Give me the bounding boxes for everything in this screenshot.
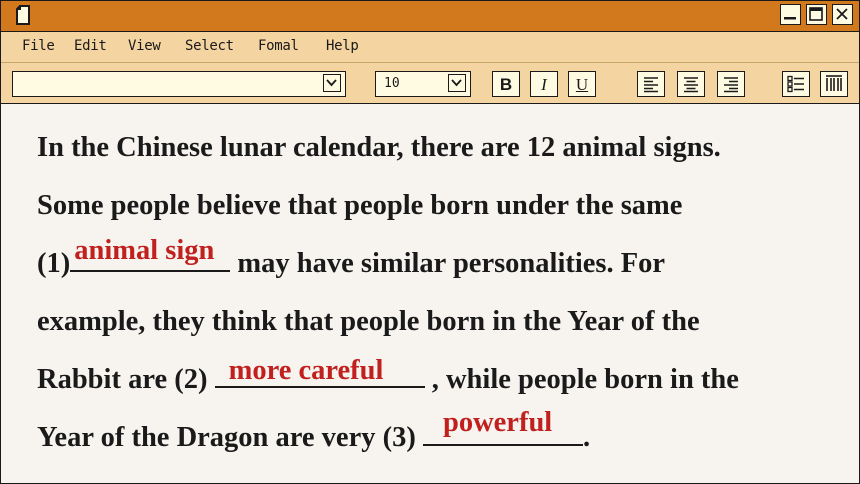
menu-format[interactable]: Fomal [258, 38, 299, 54]
menu-select[interactable]: Select [185, 38, 234, 54]
window-controls [780, 4, 853, 25]
document-icon [16, 5, 30, 25]
bullet-list-icon [787, 75, 804, 93]
text-segment: . [582, 422, 591, 453]
italic-icon: I [541, 74, 547, 94]
document-body[interactable]: In the Chinese lunar calendar, there are… [1, 104, 859, 483]
bullet-list-button[interactable] [782, 71, 810, 97]
align-right-button[interactable] [717, 71, 745, 97]
font-name-select[interactable] [12, 71, 346, 97]
title-bar [1, 1, 859, 32]
answer-blank-3[interactable]: powerful [422, 407, 583, 446]
align-center-button[interactable] [677, 71, 705, 97]
text-segment: may have similar personalities. For [230, 248, 666, 279]
answer-blank-2[interactable]: more careful [214, 355, 425, 388]
text-line: In the Chinese lunar calendar, there are… [37, 132, 721, 163]
align-right-icon [724, 77, 738, 93]
underline-button[interactable]: U [568, 71, 596, 97]
font-size-value: 10 [384, 76, 400, 91]
text-segment: Rabbit are (2) [37, 364, 215, 395]
answer-blank-1[interactable]: animal sign [70, 235, 231, 272]
italic-button[interactable]: I [530, 71, 558, 97]
underline-icon: U [575, 74, 589, 94]
answer-2: more careful [228, 355, 384, 386]
answer-1: animal sign [74, 235, 215, 266]
font-name-dropdown-button[interactable] [323, 74, 341, 92]
menu-edit[interactable]: Edit [74, 38, 107, 54]
maximize-icon [809, 7, 823, 21]
toolbar: 10 B I U [1, 63, 859, 104]
minimize-icon [784, 17, 796, 20]
text-line: Some people believe that people born und… [37, 190, 683, 221]
text-line: (1) animal sign may have similar personal… [37, 235, 666, 280]
blank-number: (1) [37, 248, 71, 279]
bold-button[interactable]: B [492, 71, 520, 97]
columns-icon [826, 75, 842, 91]
editor-window: File Edit View Select Fomal Help 10 B I … [0, 0, 860, 484]
align-left-icon [644, 77, 658, 93]
minimize-button[interactable] [780, 4, 801, 25]
align-center-icon [684, 77, 698, 93]
align-left-button[interactable] [637, 71, 665, 97]
chevron-down-icon [451, 79, 462, 87]
maximize-button[interactable] [806, 4, 827, 25]
font-size-dropdown-button[interactable] [448, 74, 466, 92]
text-segment: Year of the Dragon are very (3) [37, 422, 423, 453]
menu-help[interactable]: Help [326, 38, 359, 54]
answer-3: powerful [442, 407, 553, 438]
chevron-down-icon [326, 79, 337, 87]
menu-bar: File Edit View Select Fomal Help [1, 32, 859, 63]
close-button[interactable] [832, 4, 853, 25]
menu-view[interactable]: View [128, 38, 161, 54]
text-line: Year of the Dragon are very (3) powerful… [37, 407, 591, 454]
text-line: Rabbit are (2) more careful , while peop… [37, 355, 739, 396]
close-icon [836, 8, 848, 20]
font-size-select[interactable]: 10 [375, 71, 471, 97]
text-line: example, they think that people born in … [37, 306, 700, 337]
columns-button[interactable] [820, 71, 848, 97]
menu-file[interactable]: File [22, 38, 55, 54]
bold-icon: B [499, 74, 513, 94]
text-segment: , while people born in the [424, 364, 739, 395]
